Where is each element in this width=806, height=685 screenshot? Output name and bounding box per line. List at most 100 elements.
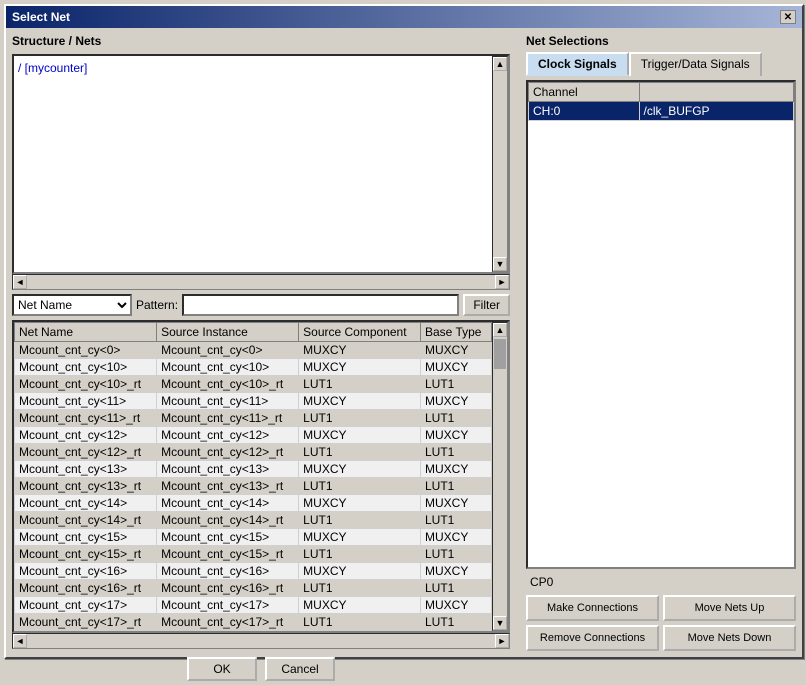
net-table-panel: Net NameSource InstanceSource ComponentB… bbox=[12, 320, 510, 633]
scroll-down-arrow[interactable]: ▼ bbox=[493, 257, 507, 271]
net-table-header: Source Component bbox=[299, 323, 421, 342]
structure-tree: / [mycounter] bbox=[14, 56, 492, 272]
table-cell: Mcount_cnt_cy<16>_rt bbox=[15, 580, 157, 597]
table-cell: Mcount_cnt_cy<15>_rt bbox=[157, 546, 299, 563]
net-table-scrollbar-v[interactable]: ▲ ▼ bbox=[492, 322, 508, 631]
table-cell: MUXCY bbox=[421, 529, 492, 546]
table-cell: Mcount_cnt_cy<14>_rt bbox=[15, 512, 157, 529]
ok-button[interactable]: OK bbox=[187, 657, 257, 681]
move-nets-down-button[interactable]: Move Nets Down bbox=[663, 625, 796, 651]
tree-item-mycounter[interactable]: / [mycounter] bbox=[18, 60, 488, 76]
table-row[interactable]: Mcount_cnt_cy<16>_rtMcount_cnt_cy<16>_rt… bbox=[15, 580, 492, 597]
table-row[interactable]: Mcount_cnt_cy<17>_rtMcount_cnt_cy<17>_rt… bbox=[15, 614, 492, 631]
window-title: Select Net bbox=[12, 10, 70, 24]
structure-scrollbar-v[interactable]: ▲ ▼ bbox=[492, 56, 508, 272]
table-row[interactable]: Mcount_cnt_cy<0>Mcount_cnt_cy<0>MUXCYMUX… bbox=[15, 342, 492, 359]
net-table-header: Net Name bbox=[15, 323, 157, 342]
table-row[interactable]: Mcount_cnt_cy<12>Mcount_cnt_cy<12>MUXCYM… bbox=[15, 427, 492, 444]
channel-header: Channel bbox=[529, 83, 640, 102]
table-cell: LUT1 bbox=[299, 580, 421, 597]
filter-button[interactable]: Filter bbox=[463, 294, 510, 316]
table-cell: Mcount_cnt_cy<13> bbox=[157, 461, 299, 478]
scroll-left-arrow[interactable]: ◄ bbox=[13, 275, 27, 289]
scroll-right-arrow[interactable]: ► bbox=[495, 275, 509, 289]
table-cell: Mcount_cnt_cy<15> bbox=[15, 529, 157, 546]
structure-panel: / [mycounter] ▲ ▼ bbox=[12, 54, 510, 274]
bottom-buttons: OK Cancel bbox=[12, 653, 510, 685]
make-connections-button[interactable]: Make Connections bbox=[526, 595, 659, 621]
table-cell: MUXCY bbox=[421, 597, 492, 614]
table-row[interactable]: Mcount_cnt_cy<15>_rtMcount_cnt_cy<15>_rt… bbox=[15, 546, 492, 563]
table-cell: LUT1 bbox=[421, 478, 492, 495]
table-cell: Mcount_cnt_cy<10>_rt bbox=[157, 376, 299, 393]
select-net-window: Select Net ✕ Structure / Nets / [mycount… bbox=[4, 4, 804, 659]
channel-row[interactable]: CH:0/clk_BUFGP bbox=[529, 102, 794, 121]
table-row[interactable]: Mcount_cnt_cy<10>Mcount_cnt_cy<10>MUXCYM… bbox=[15, 359, 492, 376]
channel-cell: CH:0 bbox=[529, 102, 640, 121]
table-cell: LUT1 bbox=[299, 546, 421, 563]
table-cell: MUXCY bbox=[299, 461, 421, 478]
table-cell: MUXCY bbox=[299, 597, 421, 614]
table-row[interactable]: Mcount_cnt_cy<16>Mcount_cnt_cy<16>MUXCYM… bbox=[15, 563, 492, 580]
table-cell: Mcount_cnt_cy<17> bbox=[15, 597, 157, 614]
table-row[interactable]: Mcount_cnt_cy<11>Mcount_cnt_cy<11>MUXCYM… bbox=[15, 393, 492, 410]
action-row-1: Make Connections Move Nets Up bbox=[526, 595, 796, 621]
table-row[interactable]: Mcount_cnt_cy<17>Mcount_cnt_cy<17>MUXCYM… bbox=[15, 597, 492, 614]
table-cell: Mcount_cnt_cy<17> bbox=[157, 597, 299, 614]
channel-scroll[interactable]: Channel CH:0/clk_BUFGP bbox=[528, 82, 794, 567]
table-row[interactable]: Mcount_cnt_cy<10>_rtMcount_cnt_cy<10>_rt… bbox=[15, 376, 492, 393]
table-cell: MUXCY bbox=[299, 359, 421, 376]
net-selections-label: Net Selections bbox=[526, 34, 796, 48]
table-row[interactable]: Mcount_cnt_cy<13>_rtMcount_cnt_cy<13>_rt… bbox=[15, 478, 492, 495]
move-nets-up-button[interactable]: Move Nets Up bbox=[663, 595, 796, 621]
action-row-2: Remove Connections Move Nets Down bbox=[526, 625, 796, 651]
table-cell: Mcount_cnt_cy<14> bbox=[157, 495, 299, 512]
close-button[interactable]: ✕ bbox=[780, 10, 796, 24]
table-cell: Mcount_cnt_cy<16> bbox=[157, 563, 299, 580]
pattern-input[interactable] bbox=[182, 294, 459, 316]
table-cell: LUT1 bbox=[299, 512, 421, 529]
table-cell: Mcount_cnt_cy<11> bbox=[157, 393, 299, 410]
table-row[interactable]: Mcount_cnt_cy<13>Mcount_cnt_cy<13>MUXCYM… bbox=[15, 461, 492, 478]
tabs: Clock Signals Trigger/Data Signals bbox=[526, 52, 796, 76]
structure-scrollbar-h[interactable]: ◄ ► bbox=[12, 274, 510, 290]
table-cell: Mcount_cnt_cy<11>_rt bbox=[157, 410, 299, 427]
cancel-button[interactable]: Cancel bbox=[265, 657, 335, 681]
table-cell: MUXCY bbox=[421, 359, 492, 376]
net-scroll-right[interactable]: ► bbox=[495, 634, 509, 648]
table-row[interactable]: Mcount_cnt_cy<14>_rtMcount_cnt_cy<14>_rt… bbox=[15, 512, 492, 529]
table-cell: Mcount_cnt_cy<0> bbox=[157, 342, 299, 359]
table-cell: MUXCY bbox=[421, 342, 492, 359]
table-cell: Mcount_cnt_cy<10>_rt bbox=[15, 376, 157, 393]
table-cell: Mcount_cnt_cy<12>_rt bbox=[15, 444, 157, 461]
scroll-up-arrow[interactable]: ▲ bbox=[493, 57, 507, 71]
table-cell: LUT1 bbox=[421, 580, 492, 597]
net-table-scroll[interactable]: Net NameSource InstanceSource ComponentB… bbox=[14, 322, 492, 631]
channel-header bbox=[639, 83, 793, 102]
table-cell: Mcount_cnt_cy<10> bbox=[15, 359, 157, 376]
channel-cell: /clk_BUFGP bbox=[639, 102, 793, 121]
table-cell: Mcount_cnt_cy<11> bbox=[15, 393, 157, 410]
net-scroll-down[interactable]: ▼ bbox=[493, 616, 507, 630]
table-cell: Mcount_cnt_cy<15> bbox=[157, 529, 299, 546]
table-cell: Mcount_cnt_cy<14>_rt bbox=[157, 512, 299, 529]
tab-trigger-data-signals[interactable]: Trigger/Data Signals bbox=[629, 52, 762, 76]
net-name-dropdown[interactable]: Net Name bbox=[12, 294, 132, 316]
table-row[interactable]: Mcount_cnt_cy<14>Mcount_cnt_cy<14>MUXCYM… bbox=[15, 495, 492, 512]
table-row[interactable]: Mcount_cnt_cy<11>_rtMcount_cnt_cy<11>_rt… bbox=[15, 410, 492, 427]
net-table-scrollbar-h[interactable]: ◄ ► bbox=[12, 633, 510, 649]
right-panel: Net Selections Clock Signals Trigger/Dat… bbox=[526, 34, 796, 651]
action-buttons: Make Connections Move Nets Up Remove Con… bbox=[526, 595, 796, 651]
table-row[interactable]: Mcount_cnt_cy<15>Mcount_cnt_cy<15>MUXCYM… bbox=[15, 529, 492, 546]
table-row[interactable]: Mcount_cnt_cy<12>_rtMcount_cnt_cy<12>_rt… bbox=[15, 444, 492, 461]
table-cell: LUT1 bbox=[421, 376, 492, 393]
left-panel: Structure / Nets / [mycounter] ▲ ▼ ◄ ► bbox=[12, 34, 510, 651]
table-cell: MUXCY bbox=[299, 393, 421, 410]
table-cell: Mcount_cnt_cy<16>_rt bbox=[157, 580, 299, 597]
net-scroll-left[interactable]: ◄ bbox=[13, 634, 27, 648]
table-cell: LUT1 bbox=[421, 614, 492, 631]
net-scroll-up[interactable]: ▲ bbox=[493, 323, 507, 337]
remove-connections-button[interactable]: Remove Connections bbox=[526, 625, 659, 651]
tab-clock-signals[interactable]: Clock Signals bbox=[526, 52, 629, 76]
table-cell: Mcount_cnt_cy<17>_rt bbox=[157, 614, 299, 631]
